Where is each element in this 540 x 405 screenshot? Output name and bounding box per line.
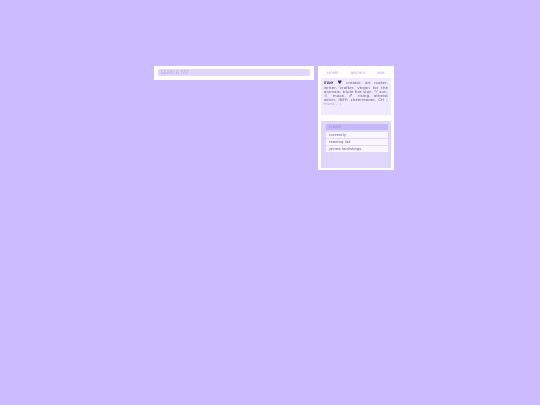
nav-home-link[interactable]: HOME — [327, 71, 339, 75]
sidebar-nav: HOME ARCHIV ASK — [321, 68, 391, 77]
nav-archive-link[interactable]: ARCHIV — [351, 71, 366, 75]
sidebar: HOME ARCHIV ASK rae ♥ creator. art maker. … — [318, 66, 394, 170]
search-bar[interactable]: SEARCH TAT — [158, 69, 310, 76]
links-panel: LINKS currently reading list joined fanl… — [321, 121, 391, 168]
link-reading-list[interactable]: reading list — [326, 139, 388, 145]
link-joined-fanlistings[interactable]: joined fanlistings — [326, 146, 388, 152]
bio-box: rae ♥ creator. art maker. writer. crafter.… — [321, 78, 391, 115]
link-currently[interactable]: currently — [326, 132, 388, 138]
nav-ask-link[interactable]: ASK — [377, 71, 385, 75]
links-title: LINKS — [326, 124, 388, 130]
post-panel: SEARCH TAT — [154, 66, 314, 80]
